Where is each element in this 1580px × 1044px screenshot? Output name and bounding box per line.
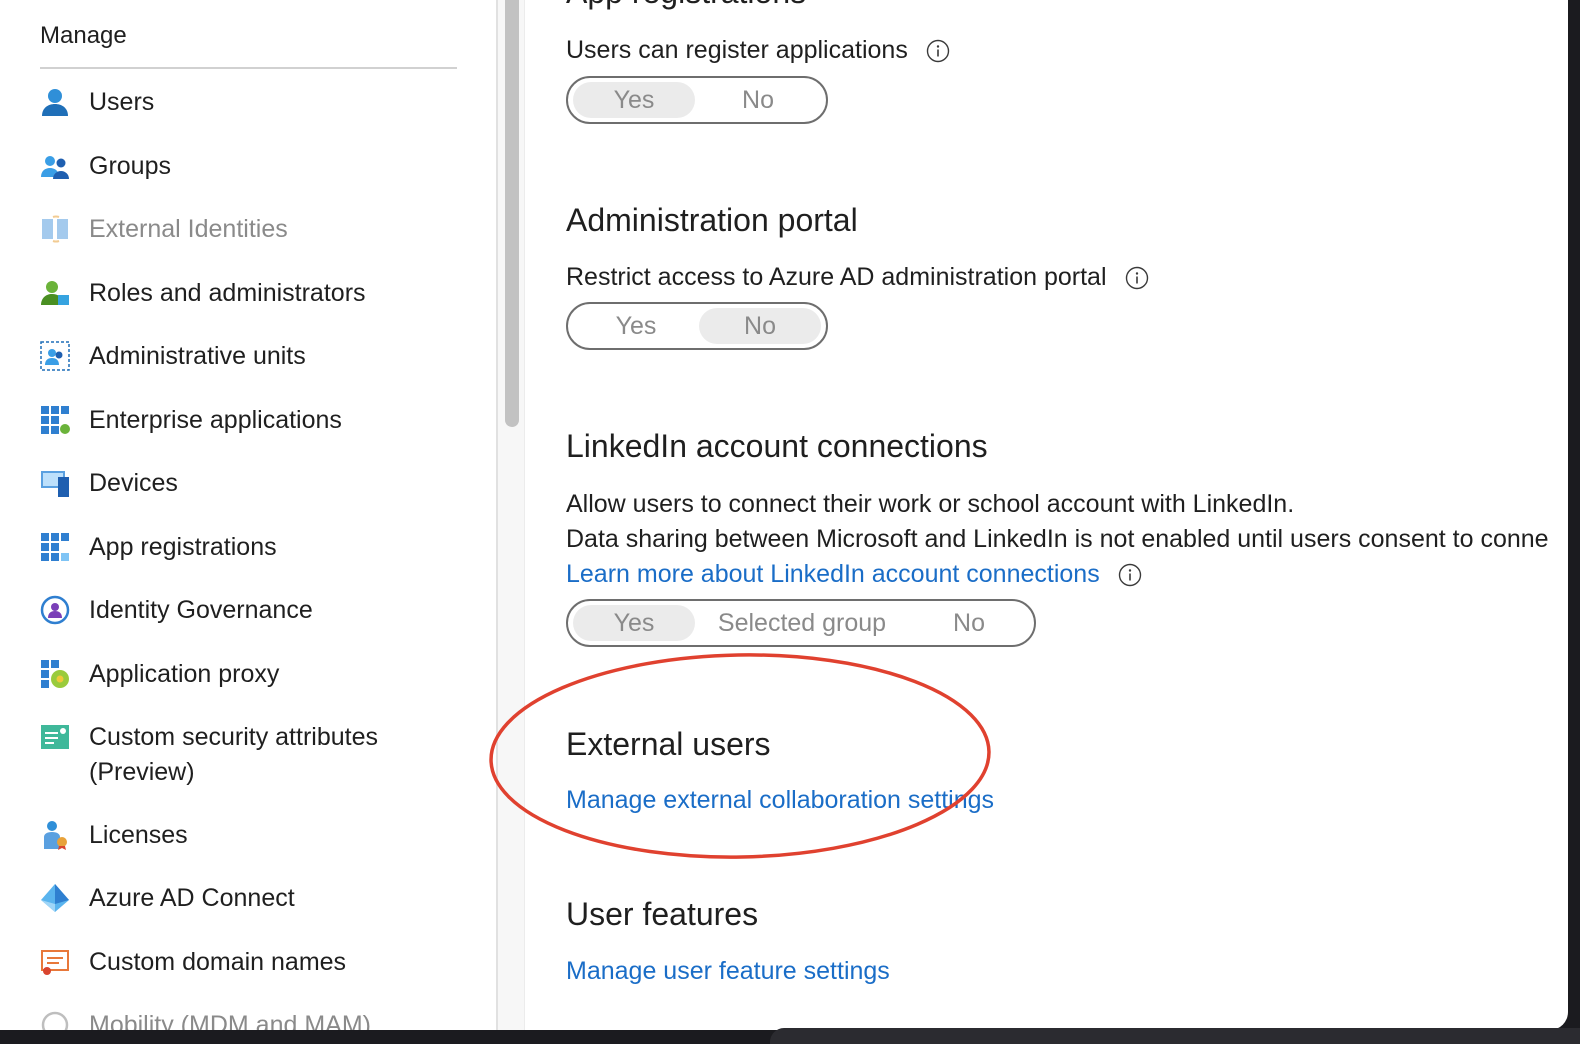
sidebar-item-label: Custom security attributes (Preview) [89,723,378,786]
info-icon[interactable] [1118,563,1142,587]
toggle-option-no[interactable]: No [909,605,1029,641]
toggle-option-selected-group[interactable]: Selected group [695,605,909,641]
section-title-admin-portal: Administration portal [566,202,858,238]
toggle-option-yes[interactable]: Yes [573,605,695,641]
sidebar-item-roles[interactable]: Roles and administrators [38,276,478,311]
window-edge [770,1028,1580,1044]
sidebar-item-label: Groups [89,152,171,180]
sidebar-item-label: Identity Governance [89,596,313,624]
info-icon[interactable] [1125,266,1149,290]
app-registrations-icon [38,530,72,564]
info-icon[interactable] [926,39,950,63]
restrict-admin-toggle[interactable]: Yes No [566,302,828,350]
group-icon [38,149,72,183]
sidebar-item-label: Roles and administrators [89,279,366,307]
toggle-option-no[interactable]: No [699,308,821,344]
custom-domain-icon [38,945,72,979]
register-apps-toggle[interactable]: Yes No [566,76,828,124]
section-title-app-registrations: App registrations [566,0,806,11]
manage-heading: Manage [40,22,127,49]
sidebar-item-label: Mobility (MDM and MAM) [89,1011,371,1030]
sidebar-item-mobility[interactable]: Mobility (MDM and MAM) [38,1008,478,1030]
setting-label-restrict-admin: Restrict access to Azure AD administrati… [566,263,1149,292]
sidebar-item-label: App registrations [89,533,277,561]
sidebar-item-enterprise-applications[interactable]: Enterprise applications [38,403,478,438]
devices-icon [38,466,72,500]
sidebar-item-groups[interactable]: Groups [38,149,478,184]
sidebar-item-label: Application proxy [89,660,280,688]
scrollbar-thumb[interactable] [505,0,519,427]
enterprise-apps-icon [38,403,72,437]
linkedin-toggle[interactable]: Yes Selected group No [566,599,1036,647]
azure-ad-connect-icon [38,881,72,915]
linkedin-description-line1: Allow users to connect their work or sch… [566,490,1295,518]
linkedin-description-line2: Data sharing between Microsoft and Linke… [566,525,1549,553]
highlight-ellipse-annotation [489,653,991,859]
sidebar-item-label: Administrative units [89,342,306,370]
sidebar-item-label: External Identities [89,215,288,243]
sidebar-item-label: Devices [89,469,178,497]
manage-user-features-link[interactable]: Manage user feature settings [566,957,890,986]
toggle-option-yes[interactable]: Yes [573,308,699,344]
sidebar-item-external-identities[interactable]: External Identities [38,212,478,247]
custom-security-attributes-icon [38,720,72,754]
sidebar-item-users[interactable]: Users [38,85,478,120]
sidebar-item-label: Users [89,88,155,116]
external-identities-icon [38,212,72,246]
administrative-units-icon [38,339,72,373]
sidebar-item-label: Licenses [89,821,188,849]
sidebar-item-devices[interactable]: Devices [38,466,478,501]
settings-window: Manage Users Groups External Identities [0,0,1568,1030]
roles-icon [38,276,72,310]
application-proxy-icon [38,657,72,691]
identity-governance-icon [38,593,72,627]
sidebar-item-azure-ad-connect[interactable]: Azure AD Connect [38,881,478,916]
sidebar-item-label: Enterprise applications [89,406,342,434]
section-title-user-features: User features [566,896,759,932]
sidebar-item-application-proxy[interactable]: Application proxy [38,657,478,692]
user-icon [38,85,72,119]
sidebar: Manage Users Groups External Identities [0,0,496,1030]
sidebar-item-administrative-units[interactable]: Administrative units [38,339,478,374]
sidebar-item-identity-governance[interactable]: Identity Governance [38,593,478,628]
learn-more-linkedin-link[interactable]: Learn more about LinkedIn account connec… [566,560,1142,589]
mobility-icon [38,1008,72,1030]
sidebar-item-custom-domain-names[interactable]: Custom domain names [38,945,478,980]
sidebar-item-app-registrations[interactable]: App registrations [38,530,478,565]
sidebar-item-label: Azure AD Connect [89,884,295,912]
divider [40,67,457,69]
setting-label-register-apps: Users can register applications [566,36,950,65]
sidebar-item-custom-security-attributes[interactable]: Custom security attributes (Preview) [38,720,478,790]
sidebar-item-licenses[interactable]: Licenses [38,818,478,853]
licenses-icon [38,818,72,852]
section-title-linkedin: LinkedIn account connections [566,428,988,464]
sidebar-item-label: Custom domain names [89,948,347,976]
toggle-option-no[interactable]: No [695,82,821,118]
toggle-option-yes[interactable]: Yes [573,82,695,118]
